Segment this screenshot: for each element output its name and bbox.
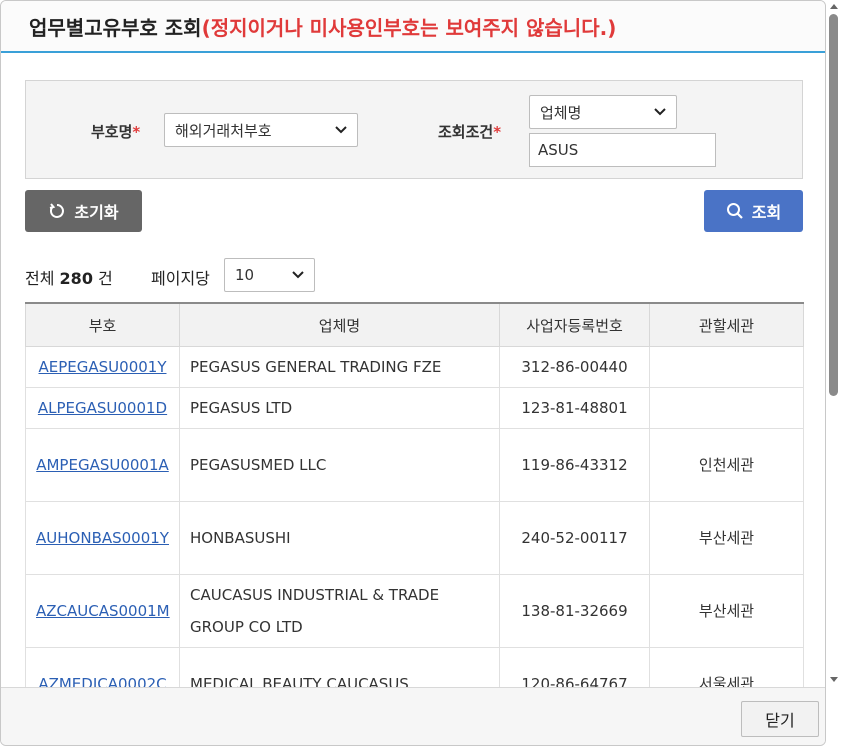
code-link[interactable]: AZMEDICA0002C bbox=[38, 675, 166, 687]
result-table: 부호 업체명 사업자등록번호 관할세관 AEPEGASU0001Y PEGASU… bbox=[25, 302, 804, 687]
search-icon bbox=[726, 203, 743, 219]
company-name: CAUCASUS INDUSTRIAL & TRADE GROUP CO LTD bbox=[179, 574, 500, 648]
customs-office: 부산세관 bbox=[649, 501, 804, 575]
chevron-down-icon bbox=[335, 126, 347, 134]
col-customs: 관할세관 bbox=[649, 302, 804, 347]
table-header: 부호 업체명 사업자등록번호 관할세관 bbox=[25, 302, 804, 347]
code-link[interactable]: AZCAUCAS0001M bbox=[36, 602, 170, 620]
customs-office: 인천세관 bbox=[649, 428, 804, 502]
chevron-down-icon bbox=[654, 108, 666, 116]
biz-number: 240-52-00117 bbox=[499, 501, 650, 575]
dialog-header: 업무별고유부호 조회 (정지이거나 미사용인부호는 보여주지 않습니다.) bbox=[1, 1, 825, 53]
dialog-footer: 닫기 bbox=[1, 687, 825, 745]
company-name: PEGASUS LTD bbox=[179, 387, 500, 429]
per-page-value: 10 bbox=[235, 266, 255, 284]
col-code: 부호 bbox=[25, 302, 180, 347]
dialog-subtitle: (정지이거나 미사용인부호는 보여주지 않습니다.) bbox=[201, 15, 617, 40]
total-count: 전체 280 건 bbox=[25, 269, 113, 288]
per-page-label: 페이지당 bbox=[151, 269, 210, 288]
company-name: PEGASUSMED LLC bbox=[179, 428, 500, 502]
biz-number: 138-81-32669 bbox=[499, 574, 650, 648]
code-label: 부호명* bbox=[91, 123, 141, 141]
cond-label: 조회조건* bbox=[438, 123, 502, 141]
scrollbar-thumb[interactable] bbox=[829, 14, 838, 396]
code-link[interactable]: AEPEGASU0001Y bbox=[39, 358, 167, 376]
code-link[interactable]: AMPEGASU0001A bbox=[36, 456, 169, 474]
company-name: HONBASUSHI bbox=[179, 501, 500, 575]
code-select-value: 해외거래처부호 bbox=[175, 121, 272, 140]
code-link[interactable]: AUHONBAS0001Y bbox=[36, 529, 169, 547]
customs-office: 부산세관 bbox=[649, 574, 804, 648]
code-link[interactable]: ALPEGASU0001D bbox=[38, 399, 167, 417]
close-button[interactable]: 닫기 bbox=[741, 701, 819, 737]
table-row: ALPEGASU0001D PEGASUS LTD 123-81-48801 bbox=[25, 387, 804, 429]
company-name: MEDICAL BEAUTY CAUCASUS bbox=[179, 647, 500, 687]
code-select[interactable]: 해외거래처부호 bbox=[164, 113, 358, 147]
scroll-down-icon[interactable] bbox=[829, 676, 839, 684]
refresh-icon bbox=[50, 203, 65, 218]
lookup-dialog: 업무별고유부호 조회 (정지이거나 미사용인부호는 보여주지 않습니다.) 부호… bbox=[0, 0, 826, 746]
per-page-select[interactable]: 10 bbox=[224, 258, 315, 292]
biz-number: 312-86-00440 bbox=[499, 346, 650, 388]
reset-label: 초기화 bbox=[74, 203, 119, 222]
table-row: AZCAUCAS0001M CAUCASUS INDUSTRIAL & TRAD… bbox=[25, 574, 804, 648]
scrollbar[interactable] bbox=[826, 0, 842, 690]
search-label: 조회 bbox=[751, 203, 782, 222]
table-row: AUHONBAS0001Y HONBASUSHI 240-52-00117 부산… bbox=[25, 501, 804, 575]
table-row: AZMEDICA0002C MEDICAL BEAUTY CAUCASUS 12… bbox=[25, 647, 804, 687]
biz-number: 119-86-43312 bbox=[499, 428, 650, 502]
table-row: AMPEGASU0001A PEGASUSMED LLC 119-86-4331… bbox=[25, 428, 804, 502]
dialog-title: 업무별고유부호 조회 bbox=[29, 15, 202, 40]
company-name: PEGASUS GENERAL TRADING FZE bbox=[179, 346, 500, 388]
reset-button[interactable]: 초기화 bbox=[25, 190, 142, 232]
search-button[interactable]: 조회 bbox=[704, 190, 803, 232]
col-biz-number: 사업자등록번호 bbox=[499, 302, 650, 347]
scroll-up-icon[interactable] bbox=[829, 2, 839, 10]
biz-number: 123-81-48801 bbox=[499, 387, 650, 429]
chevron-down-icon bbox=[292, 271, 304, 279]
col-name: 업체명 bbox=[179, 302, 500, 347]
customs-office bbox=[649, 387, 804, 429]
biz-number: 120-86-64767 bbox=[499, 647, 650, 687]
cond-select[interactable]: 업체명 bbox=[529, 95, 677, 129]
customs-office bbox=[649, 346, 804, 388]
customs-office: 서울세관 bbox=[649, 647, 804, 687]
cond-select-value: 업체명 bbox=[540, 103, 582, 122]
cond-value-input[interactable]: ASUS bbox=[529, 133, 716, 167]
table-row: AEPEGASU0001Y PEGASUS GENERAL TRADING FZ… bbox=[25, 346, 804, 388]
search-panel: 부호명* 해외거래처부호 조회조건* 업체명 ASUS bbox=[25, 80, 803, 179]
dialog-body: 부호명* 해외거래처부호 조회조건* 업체명 ASUS 초기화 조회 전체 28… bbox=[1, 53, 825, 687]
